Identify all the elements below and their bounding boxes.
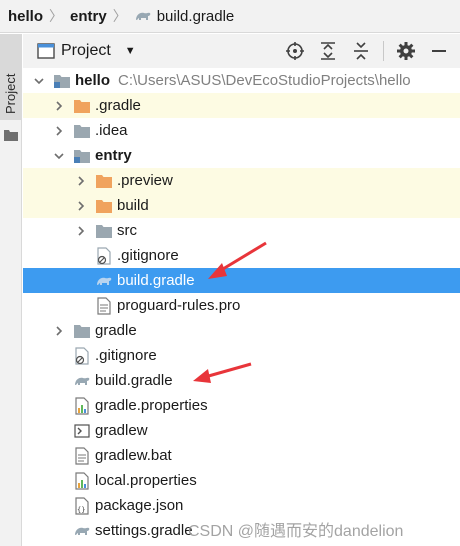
gear-icon[interactable] <box>395 40 417 62</box>
tree-row-folder[interactable]: gradle <box>23 318 460 343</box>
breadcrumb: hello 〉 entry 〉 build.gradle <box>0 0 460 33</box>
svg-text:{}: {} <box>77 506 85 514</box>
folder-icon <box>73 122 91 140</box>
chevron-right-icon[interactable] <box>51 123 67 139</box>
expand-all-icon[interactable] <box>317 40 339 62</box>
tool-window-stripe: Project <box>0 34 22 546</box>
tree-row-file[interactable]: gradlew.bat <box>23 443 460 468</box>
properties-file-icon <box>73 471 91 490</box>
folder-icon <box>73 322 91 340</box>
tree-row-label: gradlew.bat <box>95 447 172 464</box>
tree-row-label: .preview <box>117 172 173 189</box>
breadcrumb-item-entry[interactable]: entry <box>70 8 107 25</box>
minimize-icon[interactable] <box>428 40 450 62</box>
project-view-label: Project <box>61 42 111 59</box>
tree-row-label: package.json <box>95 497 184 514</box>
chevron-right-icon[interactable] <box>73 223 89 239</box>
tree-row-folder[interactable]: src <box>23 218 460 243</box>
project-panel-header: Project ▼ <box>23 34 460 68</box>
chevron-right-icon[interactable] <box>51 98 67 114</box>
json-file-icon: {} <box>73 496 91 515</box>
text-file-icon <box>73 446 91 465</box>
ignore-file-icon <box>73 346 91 365</box>
tree-row-label: build <box>117 197 149 214</box>
project-toolbar <box>273 34 450 68</box>
tree-row-label: src <box>117 222 137 239</box>
tree-row-label: .gradle <box>95 97 141 114</box>
project-tree: hello C:\Users\ASUS\DevEcoStudioProjects… <box>23 68 460 546</box>
root-path: C:\Users\ASUS\DevEcoStudioProjects\hello <box>118 72 411 89</box>
excluded-folder-icon <box>95 197 113 215</box>
tree-row-file[interactable]: local.properties <box>23 468 460 493</box>
module-folder-icon <box>53 72 71 90</box>
tree-row-file[interactable]: gradle.properties <box>23 393 460 418</box>
project-window-icon <box>37 43 55 59</box>
project-tool-tab-label: Project <box>3 73 18 114</box>
breadcrumb-separator-icon: 〉 <box>49 8 64 24</box>
chevron-right-icon[interactable] <box>73 198 89 214</box>
tree-row-label: .gitignore <box>117 247 179 264</box>
tree-row-label: gradle.properties <box>95 397 208 414</box>
tree-row-label: gradle <box>95 322 137 339</box>
locate-icon[interactable] <box>284 40 306 62</box>
gradle-icon <box>95 272 113 290</box>
ignore-file-icon <box>95 246 113 265</box>
tree-row-label: proguard-rules.pro <box>117 297 241 314</box>
collapse-all-icon[interactable] <box>350 40 372 62</box>
tree-row-label: build.gradle <box>95 372 173 389</box>
gradle-icon <box>73 372 91 390</box>
text-file-icon <box>95 296 113 315</box>
chevron-right-icon[interactable] <box>73 173 89 189</box>
tree-row-label: .idea <box>95 122 128 139</box>
breadcrumb-separator-icon: 〉 <box>112 8 127 24</box>
tree-row-folder[interactable]: .idea <box>23 118 460 143</box>
tree-row-folder[interactable]: build <box>23 193 460 218</box>
tree-row-folder[interactable]: .preview <box>23 168 460 193</box>
tree-row-file-selected[interactable]: build.gradle <box>23 268 460 293</box>
toolbar-divider <box>383 41 384 61</box>
excluded-folder-icon <box>95 172 113 190</box>
tree-row-file[interactable]: proguard-rules.pro <box>23 293 460 318</box>
tree-row-label: gradlew <box>95 422 148 439</box>
shell-script-icon <box>73 422 91 440</box>
tree-row-folder[interactable]: .gradle <box>23 93 460 118</box>
tree-row-file[interactable]: gradlew <box>23 418 460 443</box>
chevron-right-icon[interactable] <box>51 323 67 339</box>
chevron-down-icon[interactable] <box>51 148 67 164</box>
tree-row-label: entry <box>95 147 132 164</box>
project-view-selector[interactable]: Project ▼ <box>23 42 136 60</box>
gradle-icon <box>73 522 91 540</box>
tree-row-module[interactable]: entry <box>23 143 460 168</box>
folder-icon <box>95 222 113 240</box>
tree-row-label: .gitignore <box>95 347 157 364</box>
breadcrumb-item-hello[interactable]: hello <box>8 8 43 25</box>
breadcrumb-file-label: build.gradle <box>156 7 235 25</box>
tree-row-file[interactable]: .gitignore <box>23 243 460 268</box>
tree-row-file[interactable]: .gitignore <box>23 343 460 368</box>
chevron-down-icon[interactable] <box>31 73 47 89</box>
module-folder-icon <box>73 147 91 165</box>
tree-row-root[interactable]: hello C:\Users\ASUS\DevEcoStudioProjects… <box>23 68 460 93</box>
tree-row-file[interactable]: {} package.json <box>23 493 460 518</box>
folder-icon[interactable] <box>4 129 18 141</box>
gradle-icon <box>135 12 150 20</box>
watermark: CSDN @随遇而安的dandelion <box>188 523 404 540</box>
chevron-down-icon: ▼ <box>124 45 136 57</box>
tree-row-label: local.properties <box>95 472 197 489</box>
tree-row-label: settings.gradle <box>95 522 193 539</box>
tree-row-label: build.gradle <box>117 272 195 289</box>
excluded-folder-icon <box>73 97 91 115</box>
project-tool-tab[interactable]: Project <box>0 34 22 120</box>
tree-row-file[interactable]: build.gradle <box>23 368 460 393</box>
breadcrumb-item-file[interactable]: build.gradle <box>134 7 235 25</box>
tree-row-label: hello <box>75 72 111 89</box>
properties-file-icon <box>73 396 91 415</box>
